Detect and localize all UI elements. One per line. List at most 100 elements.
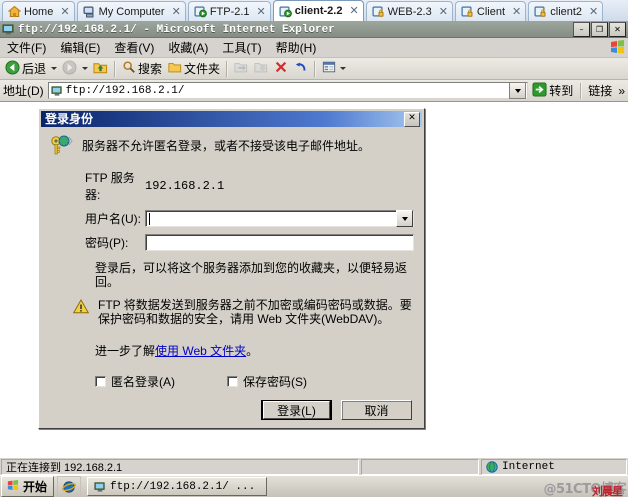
restore-button[interactable]: ❐ [591, 22, 608, 37]
quick-launch-ie-icon[interactable] [57, 476, 82, 497]
menu-item-edit[interactable]: 编辑(E) [53, 37, 107, 58]
cancel-button[interactable]: 取消 [341, 400, 412, 420]
taskbar-window-label: ftp://192.168.2.1/ ... [110, 480, 256, 493]
tab-close-icon[interactable]: ✕ [512, 6, 521, 17]
page-content-area: 登录身份 ✕ 服务器不允许匿名登录，或者不接受该电子邮件地址。 FTP 服务器:… [0, 102, 628, 457]
browser-tab-my-computer[interactable]: My Computer ✕ [76, 1, 186, 21]
tab-close-icon[interactable]: ✕ [439, 6, 448, 17]
computer-icon [83, 5, 96, 18]
tab-close-icon[interactable]: ✕ [257, 6, 266, 17]
links-button[interactable]: 链接 [585, 82, 615, 99]
toolbar-separator [226, 60, 229, 77]
tab-close-icon[interactable]: ✕ [60, 6, 69, 17]
username-input[interactable] [145, 210, 414, 227]
browser-tab-label: client-2.2 [294, 5, 343, 17]
browser-tab-home[interactable]: Home ✕ [2, 1, 75, 21]
lock-icon [372, 5, 385, 18]
browser-tab-client-2-2[interactable]: client-2.2 ✕ [272, 0, 364, 21]
internet-zone-icon [486, 460, 498, 473]
lock-icon [534, 5, 547, 18]
back-button[interactable]: 后退 [2, 59, 49, 79]
browser-tab-ftp-2-1[interactable]: FTP-2.1 ✕ [187, 1, 271, 21]
browser-tab-client2[interactable]: client2 ✕ [528, 1, 604, 21]
delete-button[interactable] [271, 59, 291, 78]
dialog-close-button[interactable]: ✕ [404, 111, 420, 127]
address-label: 地址(D) [3, 84, 44, 98]
login-button[interactable]: 登录(L) [261, 400, 332, 420]
go-arrow-icon [532, 81, 547, 100]
anonymous-login-checkbox[interactable] [95, 376, 106, 387]
status-bar: 正在连接到 192.168.2.1 Internet [0, 457, 628, 475]
menu-item-help[interactable]: 帮助(H) [269, 37, 324, 58]
save-password-checkbox[interactable] [227, 376, 238, 387]
forward-button[interactable] [59, 59, 80, 79]
back-dropdown-icon[interactable] [51, 67, 58, 70]
learn-more-prefix: 进一步了解 [95, 344, 156, 358]
forward-arrow-icon [62, 59, 77, 78]
undo-button[interactable] [291, 59, 311, 78]
menu-item-view[interactable]: 查看(V) [107, 37, 161, 58]
tab-close-icon[interactable]: ✕ [589, 6, 598, 17]
save-password-label: 保存密码(S) [243, 375, 307, 389]
anonymous-login-label: 匿名登录(A) [111, 375, 175, 389]
taskbar-window-icon [94, 481, 106, 493]
favorites-note: 登录后，可以将这个服务器添加到您的收藏夹，以便轻易返回。 [95, 261, 408, 289]
password-input[interactable] [145, 234, 414, 251]
security-zone-pane[interactable]: Internet [481, 458, 627, 475]
text-cursor [149, 212, 150, 225]
dialog-message-text: 服务器不允许匿名登录，或者不接受该电子邮件地址。 [82, 139, 371, 153]
search-button-label: 搜索 [138, 62, 163, 76]
forward-dropdown-icon[interactable] [82, 67, 89, 70]
ftp-server-label: FTP 服务器: [85, 171, 135, 202]
dialog-title-bar: 登录身份 ✕ [41, 111, 422, 127]
links-chevron-icon[interactable]: » [615, 84, 628, 98]
watermark: @51CTO博客 刘晨星 [536, 476, 626, 499]
undo-arrow-icon [294, 60, 308, 77]
browser-tab-strip: Home ✕ My Computer ✕ FTP-2.1 ✕ client-2.… [0, 0, 628, 22]
minimize-button[interactable]: – [573, 22, 590, 37]
views-button[interactable] [319, 59, 351, 78]
status-progress-pane [361, 458, 479, 475]
up-button[interactable] [90, 59, 111, 79]
username-row: 用户名(U): [49, 210, 414, 227]
views-dropdown-icon[interactable] [340, 67, 347, 70]
taskbar-window-button[interactable]: ftp://192.168.2.1/ ... [87, 477, 268, 496]
folders-button[interactable]: 文件夹 [165, 59, 223, 78]
login-dialog: 登录身份 ✕ 服务器不允许匿名登录，或者不接受该电子邮件地址。 FTP 服务器:… [38, 108, 425, 429]
browser-tab-label: client2 [550, 5, 583, 18]
tab-close-icon[interactable]: ✕ [172, 6, 181, 17]
lock-icon [461, 5, 474, 18]
address-input[interactable]: ftp://192.168.2.1/ [47, 82, 529, 99]
browser-tab-client[interactable]: Client ✕ [454, 1, 527, 21]
username-dropdown-icon[interactable] [396, 210, 413, 227]
remote-desktop-icon [279, 5, 292, 18]
close-button[interactable]: ✕ [609, 22, 626, 37]
browser-tab-web-2-3[interactable]: WEB-2.3 ✕ [365, 1, 453, 21]
address-dropdown-icon[interactable] [509, 82, 527, 99]
home-icon [7, 5, 22, 18]
start-button[interactable]: 开始 [1, 476, 55, 497]
dialog-message-row: 服务器不允许匿名登录，或者不接受该电子邮件地址。 [49, 135, 414, 157]
tab-close-icon[interactable]: ✕ [349, 5, 358, 16]
search-button[interactable]: 搜索 [119, 59, 165, 78]
browser-tab-label: Client [476, 5, 506, 18]
web-folders-link[interactable]: 使用 Web 文件夹 [155, 344, 246, 358]
copy-to-button[interactable] [251, 59, 271, 78]
menu-item-tools[interactable]: 工具(T) [215, 37, 268, 58]
address-url-text: ftp://192.168.2.1/ [65, 84, 185, 97]
status-text: 正在连接到 192.168.2.1 [1, 458, 359, 475]
learn-more-row: 进一步了解使用 Web 文件夹。 [49, 342, 414, 359]
window-title-text: ftp://192.168.2.1/ - Microsoft Internet … [18, 23, 335, 36]
menu-item-file[interactable]: 文件(F) [0, 37, 53, 58]
window-controls: – ❐ ✕ [573, 22, 628, 37]
go-button[interactable]: 转到 [528, 81, 577, 100]
windows-flag-icon [606, 39, 626, 56]
address-separator [580, 82, 583, 99]
menu-item-favorites[interactable]: 收藏(A) [161, 37, 215, 58]
learn-more-suffix: 。 [246, 344, 259, 358]
security-warning-text: FTP 将数据发送到服务器之前不加密或编码密码或数据。要保护密码和数据的安全，请… [98, 298, 412, 326]
move-to-button[interactable] [231, 59, 251, 78]
folders-button-label: 文件夹 [184, 62, 221, 76]
copy-to-folder-icon [254, 60, 268, 77]
dialog-title-text: 登录身份 [45, 112, 94, 126]
